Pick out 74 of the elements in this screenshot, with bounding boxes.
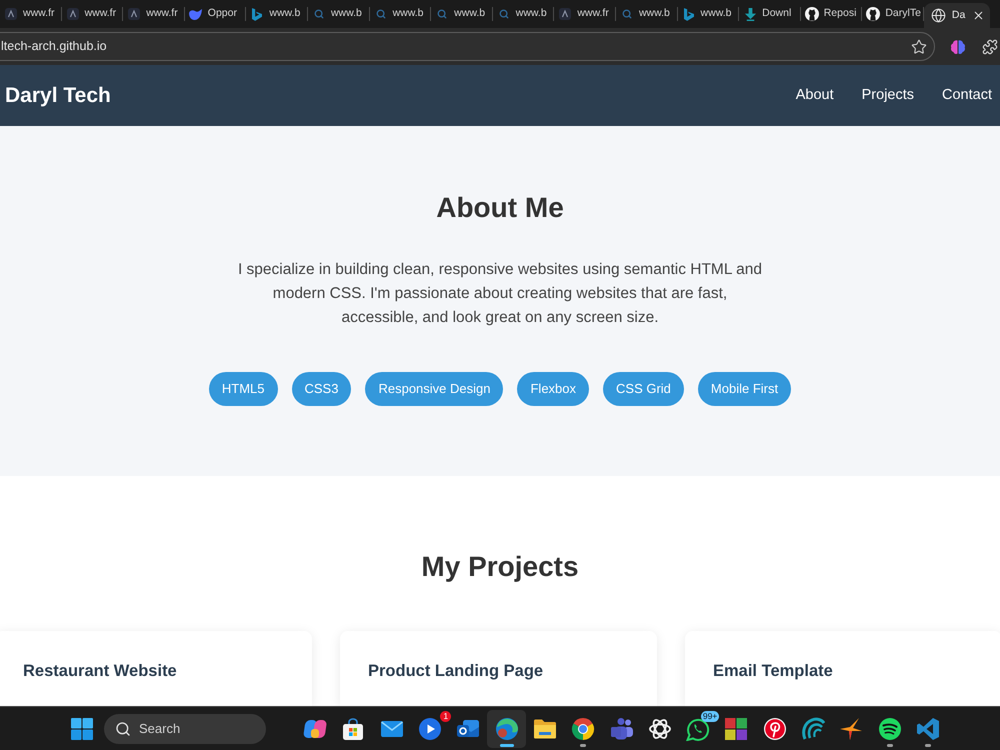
- section-heading: About Me: [436, 192, 564, 224]
- spark-icon: [839, 716, 864, 740]
- search-icon: [314, 9, 324, 19]
- people-icon: [610, 716, 634, 740]
- cat-logo-icon: [804, 7, 819, 21]
- chevron-tile-icon: [128, 8, 140, 20]
- browser-tab[interactable]: www.b: [246, 0, 308, 28]
- play-circle-icon: [418, 716, 442, 740]
- notification-count: 99+: [700, 710, 720, 722]
- search-icon: [498, 9, 509, 19]
- puzzle-icon[interactable]: [982, 38, 998, 54]
- tiles-icon: [724, 716, 748, 740]
- browser-tab[interactable]: www.b: [616, 0, 678, 28]
- site-title: Daryl Tech: [5, 82, 111, 109]
- search-icon: [437, 9, 448, 19]
- p-logo-icon: [762, 716, 787, 740]
- close-icon[interactable]: [972, 9, 985, 22]
- segmented-circle-icon: [571, 716, 596, 740]
- browser-tab[interactable]: www.fr: [554, 0, 616, 28]
- globe-icon: [930, 8, 946, 23]
- browser-tab[interactable]: www.fr: [0, 0, 62, 28]
- download-icon: [744, 8, 757, 20]
- card-title: Product Landing Page: [368, 661, 544, 681]
- browser-tab[interactable]: www.b: [431, 0, 493, 28]
- browser-tab[interactable]: www.b: [370, 0, 432, 28]
- nav-link[interactable]: Projects: [862, 84, 914, 106]
- angle-bracket-icon: [916, 716, 940, 740]
- search-icon: [376, 9, 386, 19]
- browser-tab[interactable]: Oppor: [184, 0, 246, 28]
- taskbar-app-button[interactable]: [487, 710, 526, 748]
- arcs-circle-icon: [878, 716, 902, 740]
- browser-tab[interactable]: Reposi: [800, 0, 862, 28]
- nav-link[interactable]: Contact: [942, 84, 992, 106]
- nav-link[interactable]: About: [796, 84, 834, 106]
- atom-icon: [648, 716, 672, 740]
- shopping-bag-icon: [341, 716, 366, 740]
- browser-tab[interactable]: www.b: [492, 0, 554, 28]
- card-title: Restaurant Website: [23, 661, 178, 681]
- ribbon-logo-icon: [684, 8, 694, 20]
- folder-icon: [532, 716, 557, 740]
- browser-tab[interactable]: www.fr: [62, 0, 124, 28]
- skill-tag: Responsive Design: [365, 372, 504, 406]
- browser-tab[interactable]: Downl: [739, 0, 801, 28]
- brain-icon[interactable]: [950, 38, 966, 54]
- taskbar-app-button[interactable]: 1: [410, 710, 450, 748]
- four-squares-icon: [71, 718, 93, 740]
- star-icon[interactable]: [911, 38, 927, 54]
- notification-count: 1: [440, 710, 452, 722]
- ribbon-logo-icon: [252, 8, 262, 20]
- skill-tag: Flexbox: [517, 372, 590, 406]
- orb-icon: [494, 716, 519, 740]
- browser-tab[interactable]: DarylTe: [862, 0, 924, 28]
- skill-tag: HTML5: [208, 372, 278, 406]
- browser-tab[interactable]: www.b: [678, 0, 740, 28]
- chevron-tile-icon: [559, 8, 572, 20]
- about-text: I specialize in building clean, responsive websites using semantic HTML and modern CSS. I'm passionate about creating websites that are fast, accessible, and look great on any screen size.: [236, 260, 764, 328]
- skill-tag: CSS Grid: [603, 372, 684, 406]
- search-icon: [115, 720, 131, 736]
- card-title: Email Template: [713, 661, 834, 681]
- chevron-tile-icon: [66, 8, 79, 20]
- browser-tab[interactable]: www.fr: [123, 0, 185, 28]
- skill-tag: Mobile First: [698, 372, 792, 406]
- section-heading: My Projects: [421, 551, 579, 583]
- browser-tab[interactable]: Da: [924, 3, 990, 28]
- address-field[interactable]: ltech-arch.github.io: [0, 32, 935, 61]
- curved-lines-icon: [801, 716, 825, 740]
- search-field[interactable]: Search: [104, 714, 266, 744]
- cat-logo-icon: [866, 7, 880, 21]
- blob-logo-icon: [189, 8, 202, 20]
- taskbar-app-button[interactable]: 99+: [678, 710, 718, 748]
- chevron-tile-icon: [5, 8, 17, 20]
- skill-tag: CSS3: [292, 372, 352, 406]
- search-icon: [622, 9, 632, 19]
- browser-tab[interactable]: www.b: [308, 0, 370, 28]
